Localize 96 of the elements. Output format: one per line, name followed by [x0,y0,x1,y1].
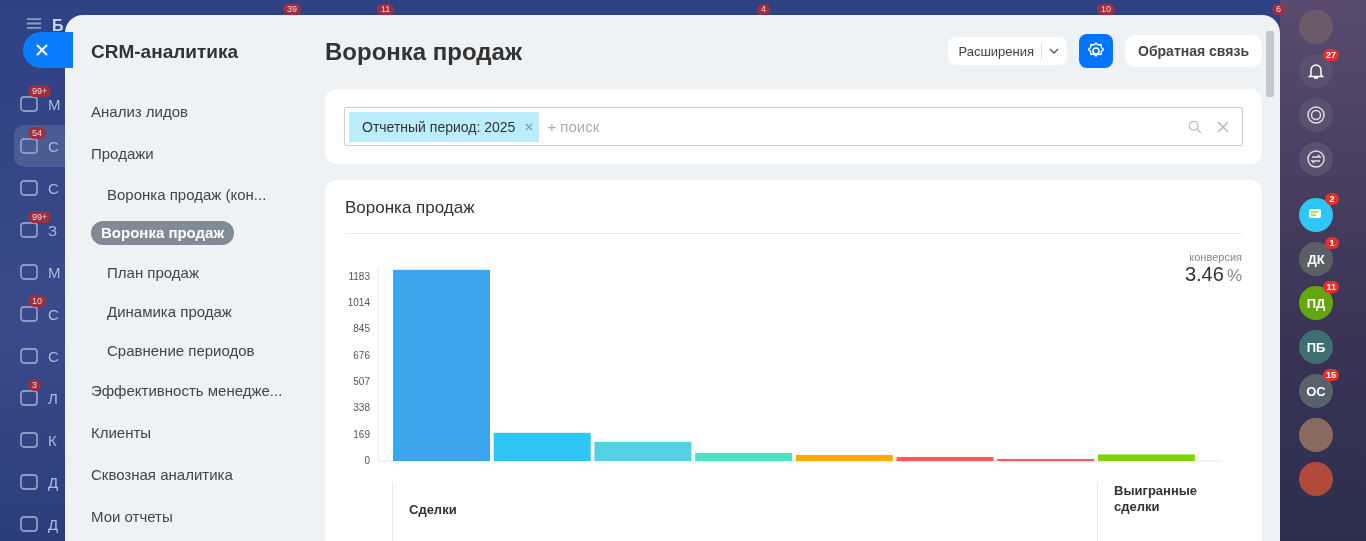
nav-label: З [48,221,58,239]
sidebar-item[interactable]: План продаж [91,253,199,292]
axis-tick-label: 1183 [348,270,370,282]
scrollbar[interactable] [1266,31,1274,97]
sidebar-item[interactable]: Сравнение периодов [91,331,255,370]
app-icon [19,388,39,408]
target-icon [1306,105,1326,125]
report-title: Воронка продаж [345,198,1242,234]
sidebar-item[interactable]: Анализ лидов [91,91,188,133]
nav-item[interactable]: 99+ З [14,209,65,251]
nav-item[interactable]: 10 С [14,293,65,335]
nav-label: М [48,95,61,113]
axis-tick-label: 1014 [347,297,370,309]
sidebar-item[interactable]: Динамика продаж [91,292,232,331]
count-badge: 11 [1323,281,1339,293]
app-icon [19,178,39,198]
feedback-button[interactable]: Обратная связь [1125,35,1262,67]
nav-item[interactable]: 3 Л [14,377,65,419]
avatar[interactable] [1299,198,1333,232]
caret-icon [1049,48,1059,54]
nav-label: Д [48,473,59,491]
count-badge: 2 [1325,193,1339,205]
count-badge: 54 [28,127,46,139]
sidebar-item[interactable]: Сквозная аналитика [91,454,233,496]
menu-icon[interactable] [26,17,42,30]
nav-label: М [48,263,61,281]
conversion-value: 3.46 [1184,263,1224,286]
sidebar-title: CRM-аналитика [91,41,239,63]
close-icon[interactable] [1216,119,1230,134]
stage-group-label: Выигранные сделки [1097,482,1217,541]
nav-label: С [48,347,59,365]
nav-item[interactable]: 54 С [14,125,65,167]
page-title: Воронка продаж [325,38,522,66]
app-icon [19,304,39,324]
nav-item[interactable]: С [14,335,65,377]
app-icon [19,220,39,240]
nav-label: С [48,179,59,197]
axis-tick-label: 169 [353,428,370,440]
count-badge: 3 [28,379,41,391]
count-badge: 10 [28,295,46,307]
sidebar-item[interactable]: Мои отчеты [91,496,173,538]
count-badge: 11 [377,4,395,15]
count-badge: 10 [1097,4,1115,15]
count-badge: 99+ [28,211,52,223]
close-button[interactable] [23,32,73,68]
settings-button[interactable] [1079,34,1113,68]
avatar[interactable] [1299,142,1333,176]
nav-item[interactable]: 99+ М [14,83,65,125]
conversion-label: конверсия [1189,251,1242,263]
count-badge: 99+ [28,85,52,97]
nav-item[interactable]: Д [14,461,65,503]
app-icon [19,262,39,282]
stage-group-label: Сделки [392,482,1097,541]
bell-icon [1306,61,1326,81]
sidebar-item[interactable]: Клиенты [91,412,152,454]
filter-tag[interactable]: Отчетный период: 2025 [349,111,540,142]
count-badge: 1 [1325,237,1339,249]
axis-tick-label: 845 [353,323,370,335]
axis-tick-label: 0 [364,455,370,466]
swap-icon [1306,149,1326,169]
nav-label: С [48,305,59,323]
count-badge: 4 [757,4,770,15]
axis-tick-label: 338 [353,402,370,414]
close-icon [35,43,49,57]
count-badge: 6 [1272,4,1285,15]
count-badge: 27 [1323,49,1339,61]
nav-item[interactable]: К [14,419,65,461]
nav-label: Д [48,515,59,533]
count-badge: 15 [1323,369,1339,381]
avatar[interactable] [1299,98,1333,132]
avatar[interactable]: ПБ [1299,330,1333,364]
nav-item[interactable]: М [14,251,65,293]
conversion-unit: % [1226,266,1242,286]
app-icon [19,136,39,156]
portal-title: Б [52,17,64,35]
nav-label: С [48,137,59,155]
app-icon [19,346,39,366]
app-icon [19,514,39,534]
app-icon [19,94,39,114]
count-badge: 39 [283,4,301,15]
axis-tick-label: 507 [353,376,370,388]
nav-label: К [48,431,57,449]
sidebar-item[interactable]: Воронка продаж [91,221,235,245]
nav-item[interactable]: С [14,167,65,209]
axis-tick-label: 676 [353,349,370,361]
close-icon[interactable] [525,122,534,131]
sidebar-item[interactable]: Продажи [91,133,154,175]
nav-label: Л [48,389,58,407]
filter-field[interactable]: Отчетный период: 2025 + поиск [344,107,1243,146]
app-icon [19,472,39,492]
sidebar-item[interactable]: Воронка продаж (кон... [91,175,267,214]
app-icon [19,430,39,450]
search-icon[interactable] [1188,119,1202,134]
nav-item[interactable]: Д [14,503,65,541]
extensions-dropdown[interactable]: Расширения [948,37,1067,65]
sidebar-item[interactable]: Эффективность менедже... [91,370,283,412]
